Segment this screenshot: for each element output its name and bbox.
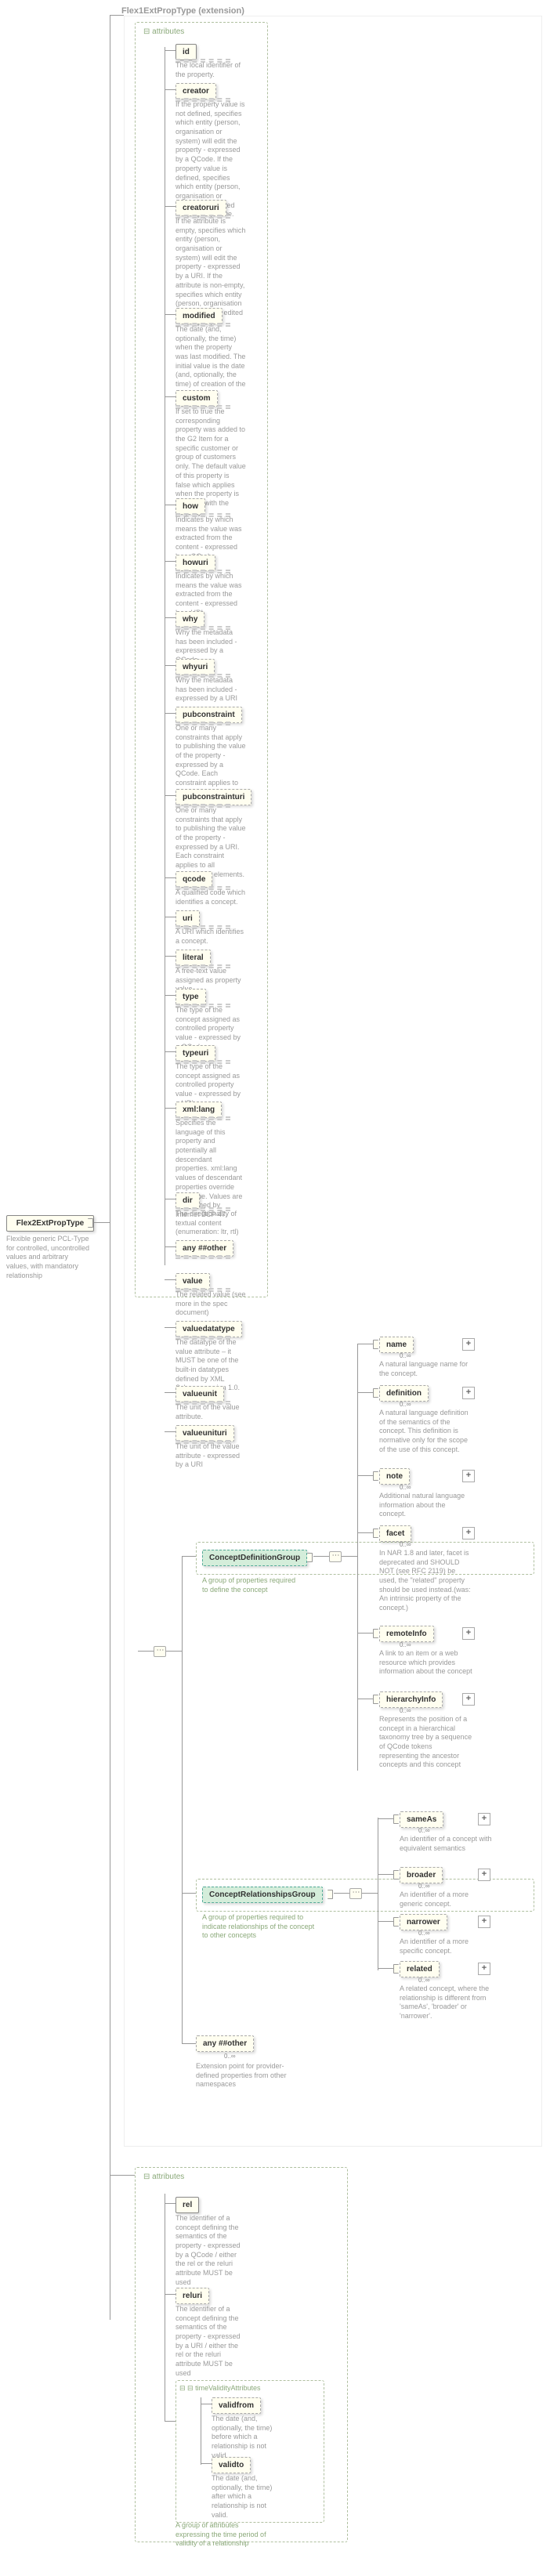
expand-icon[interactable]: + [478, 1963, 490, 1975]
attr-howuri: howuri [175, 555, 215, 571]
time-attr-desc: The date (and, optionally, the time) aft… [212, 2474, 282, 2520]
attr-qcode: qcode [175, 871, 212, 888]
def-child-facet: facet [379, 1525, 411, 1542]
attr-modified: modified [175, 308, 223, 324]
sequence-connector: ⋯ [154, 1646, 166, 1657]
time-validity-title: timeValidityAttributes [195, 2384, 260, 2392]
def-child-definition: definition [379, 1385, 429, 1402]
attr-reluri: reluri [175, 2288, 209, 2304]
expand-icon[interactable]: + [462, 1627, 475, 1640]
def-child-desc: A natural language definition of the sem… [379, 1409, 473, 1454]
any-other-multi: 0..∞ [224, 2053, 236, 2060]
attr-desc: A qualified code which identifies a conc… [175, 888, 246, 906]
root-desc: Flexible generic PCL-Type for controlled… [6, 1235, 92, 1280]
attr-xml-lang: xml:lang [175, 1102, 222, 1118]
attr-value: value [175, 1273, 210, 1290]
rel-child-sameAs: sameAs [400, 1811, 443, 1828]
attr-valuedatatype: valuedatatype [175, 1321, 242, 1337]
expand-icon[interactable]: + [462, 1693, 475, 1706]
attr-rel: rel [175, 2197, 199, 2213]
attr-desc: The date (and, optionally, the time) whe… [175, 325, 246, 399]
attr-creator: creator [175, 83, 216, 99]
expand-icon[interactable]: + [462, 1338, 475, 1351]
time-attr-validfrom: validfrom [212, 2397, 261, 2414]
any-other-element: any ##other [196, 2035, 254, 2052]
attr-custom: custom [175, 390, 218, 407]
rel-child-desc: An identifier of a concept with equivale… [400, 1835, 494, 1853]
time-attr-desc: The date (and, optionally, the time) bef… [212, 2415, 282, 2460]
attr-how: how [175, 498, 205, 515]
expand-icon[interactable]: + [478, 1813, 490, 1825]
expand-icon[interactable]: + [462, 1387, 475, 1399]
time-attr-validto: validto [212, 2457, 251, 2473]
rel-child-broader: broader [400, 1867, 443, 1883]
concept-relationships-group-desc: A group of properties required to indica… [202, 1913, 320, 1941]
attr-desc: The datatype of the value attribute – it… [175, 1338, 246, 1393]
attributes-title: attributes [143, 27, 184, 36]
def-child-remoteInfo: remoteInfo [379, 1626, 434, 1642]
attr-valueunituri: valueunituri [175, 1425, 234, 1442]
attr-type: type [175, 989, 206, 1005]
root-type: Flex2ExtPropType [6, 1215, 94, 1232]
attr-pubconstraint: pubconstraint [175, 707, 242, 723]
attr-desc: A URI which identifies a concept. [175, 928, 246, 946]
attr-desc: The unit of the value attribute. [175, 1403, 246, 1421]
attr-desc: The directionality of textual content (e… [175, 1210, 246, 1237]
attr-id: id [175, 44, 197, 60]
def-child-desc: Additional natural language information … [379, 1492, 473, 1519]
def-child-desc: A link to an item or a web resource whic… [379, 1649, 473, 1677]
rel-child-desc: A related concept, where the relationshi… [400, 1984, 494, 2021]
expand-icon[interactable]: + [462, 1470, 475, 1482]
rel-child-desc: An identifier of a more generic concept. [400, 1890, 494, 1908]
attr-desc: Why the metadata has been included - exp… [175, 676, 246, 704]
attr-reluri-label: reluri [183, 2292, 202, 2300]
time-validity-desc: A group of attributes expressing the tim… [175, 2521, 270, 2549]
attr-dir: dir [175, 1192, 200, 1209]
def-child-desc: In NAR 1.8 and later, facet is deprecate… [379, 1549, 473, 1613]
attributes-title-2: attributes [143, 2173, 184, 2181]
attr-rel-label: rel [183, 2201, 192, 2209]
attr-whyuri: whyuri [175, 659, 215, 675]
attr-literal: literal [175, 950, 211, 966]
attr-desc: The local identifier of the property. [175, 61, 246, 79]
expand-icon[interactable]: + [478, 1869, 490, 1881]
attr-reluri-desc: The identifier of a concept defining the… [175, 2305, 246, 2379]
attr-typeuri: typeuri [175, 1045, 215, 1062]
attr-rel-desc: The identifier of a concept defining the… [175, 2214, 246, 2288]
rel-child-desc: An identifier of a more specific concept… [400, 1937, 494, 1956]
root-stub [88, 1218, 93, 1228]
attr-desc: The unit of the value attribute - expres… [175, 1442, 246, 1470]
attr-pubconstrainturi: pubconstrainturi [175, 789, 251, 805]
def-child-note: note [379, 1468, 410, 1485]
def-child-desc: Represents the position of a concept in … [379, 1715, 473, 1770]
expand-icon[interactable]: + [478, 1916, 490, 1928]
extension-header: Flex1ExtPropType (extension) [121, 6, 244, 16]
rel-child-narrower: narrower [400, 1914, 447, 1930]
expand-icon[interactable]: + [462, 1527, 475, 1539]
attr-any---other: any ##other [175, 1240, 233, 1257]
concept-definition-group-desc: A group of properties required to define… [202, 1576, 296, 1594]
attr-uri: uri [175, 910, 200, 927]
attr-why: why [175, 611, 204, 628]
attr-creatoruri: creatoruri [175, 200, 226, 216]
concept-definition-group: ConceptDefinitionGroup [202, 1550, 307, 1566]
def-child-desc: A natural language name for the concept. [379, 1360, 473, 1378]
any-other-desc: Extension point for provider-defined pro… [196, 2062, 290, 2089]
rel-child-related: related [400, 1961, 440, 1977]
attr-valueunit: valueunit [175, 1386, 224, 1402]
def-child-name: name [379, 1337, 414, 1353]
attr-desc: The related value (see more in the spec … [175, 1290, 246, 1318]
attr-desc: One or many constraints that apply to pu… [175, 806, 246, 880]
concept-relationships-group: ConceptRelationshipsGroup [202, 1887, 323, 1903]
def-child-hierarchyInfo: hierarchyInfo [379, 1691, 443, 1708]
